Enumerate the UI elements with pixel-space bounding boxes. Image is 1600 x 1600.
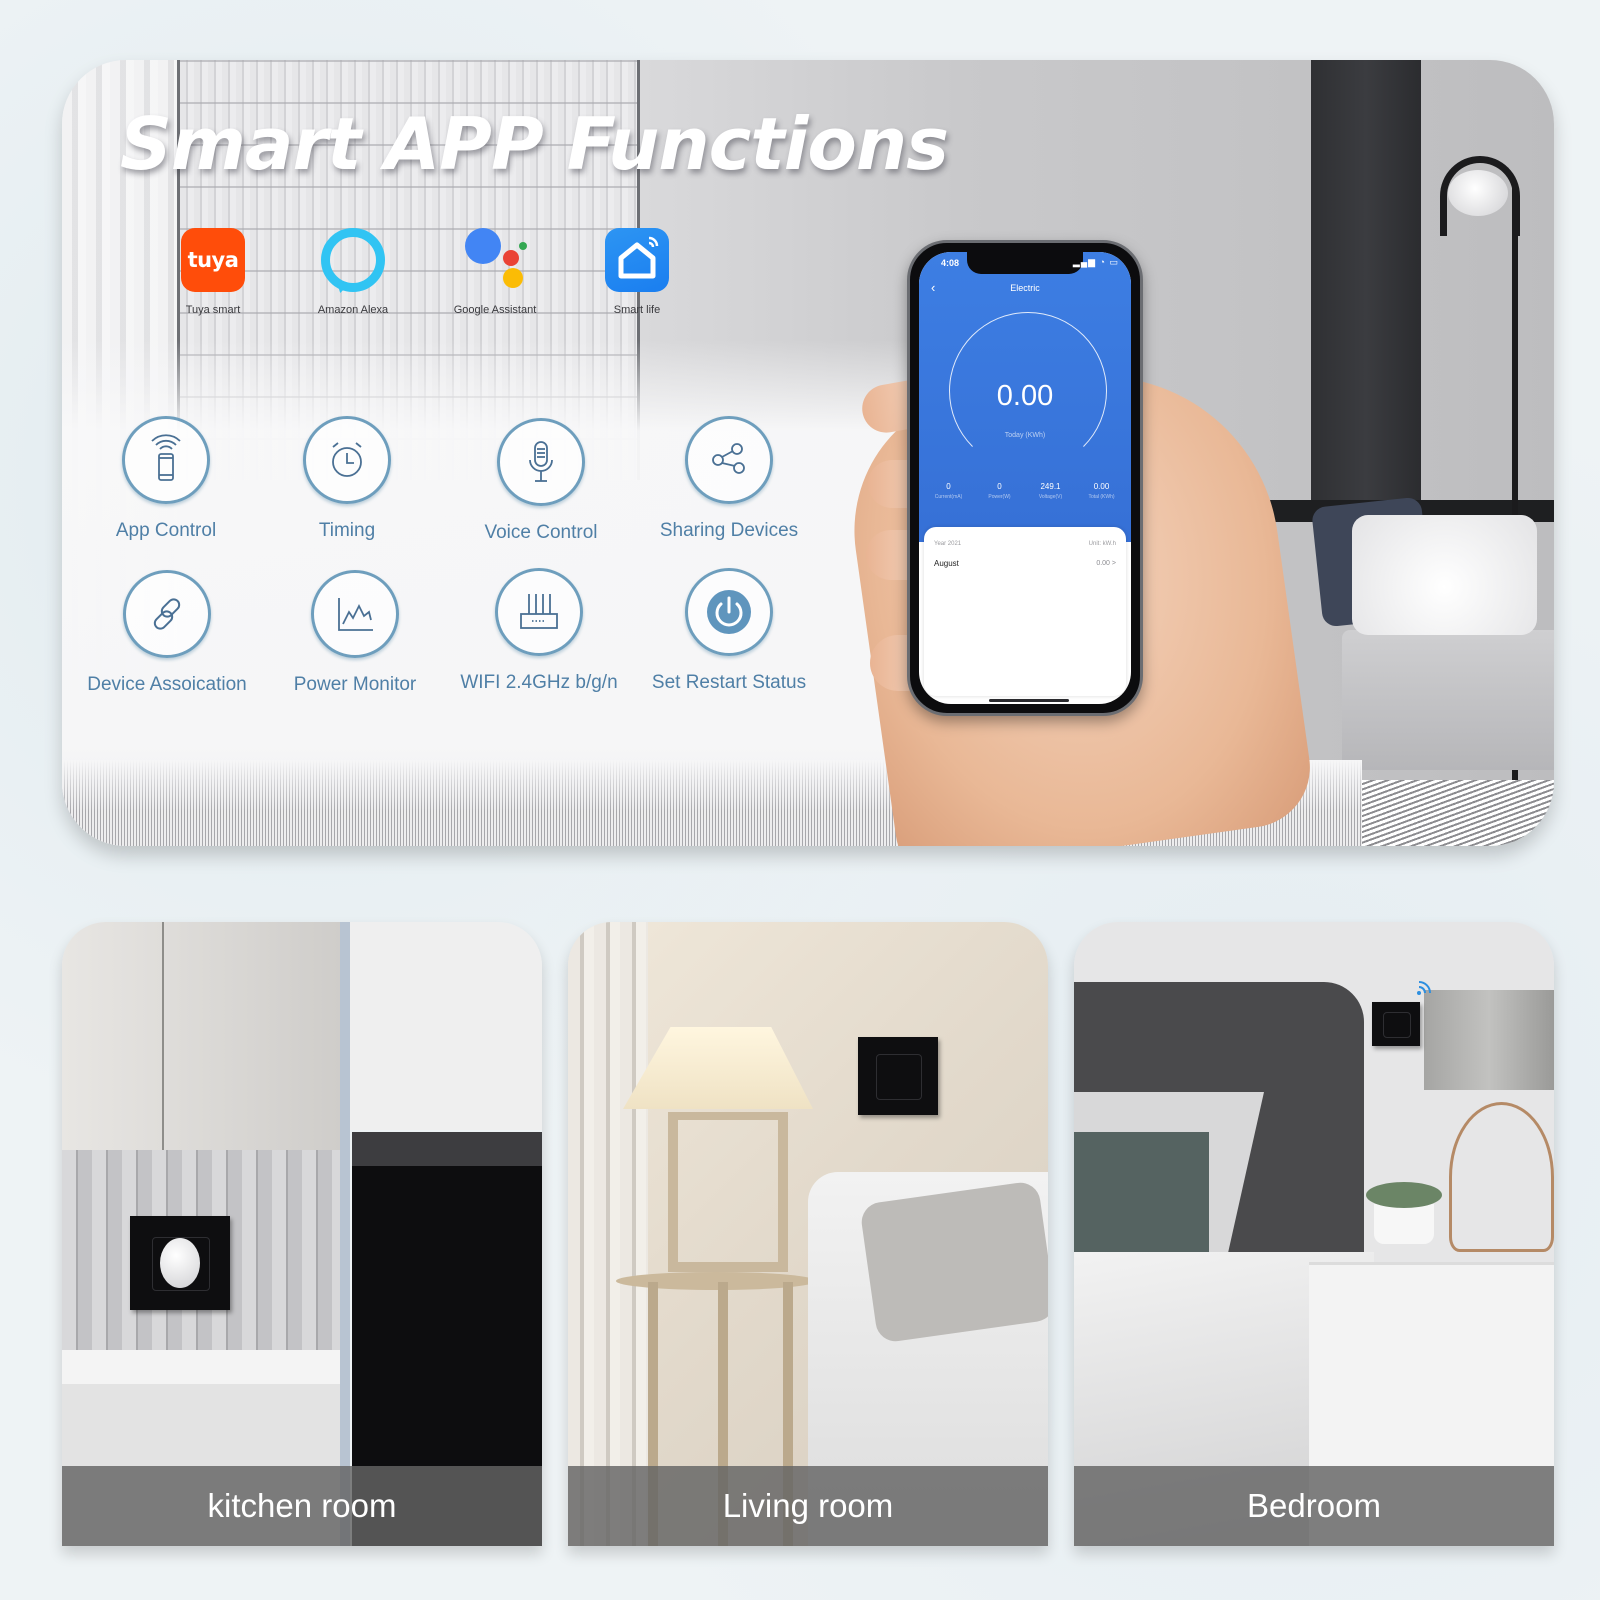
stat-value: 249.1: [1040, 482, 1061, 491]
feature-label: Sharing Devices: [659, 520, 799, 541]
partner-tuya-smart: tuya Tuya smart: [148, 228, 278, 316]
room-card-kitchen: kitchen room: [62, 922, 542, 1546]
stat-current: 0 Current(mA): [923, 482, 974, 500]
feature-label: App Control: [115, 520, 217, 541]
smart-life-logo-icon: [605, 228, 669, 292]
history-month[interactable]: August: [934, 559, 959, 568]
cabinet-seam: [162, 922, 164, 1150]
wall-socket: [858, 1037, 938, 1115]
feature-label: Set Restart Status: [651, 672, 807, 693]
history-unit: Unit: kW.h: [1088, 541, 1116, 547]
phone-screen: 4:08 ▂▄▆ ◔ ▭ ‹ Electric 0.00 Today (KWh)…: [919, 252, 1131, 704]
history-month-value[interactable]: 0.00 >: [1096, 560, 1116, 567]
status-time: 4:08: [941, 258, 960, 268]
feature-sharing-devices: Sharing Devices: [634, 416, 824, 542]
smart-app-hero-banner: Smart APP Functions tuya Tuya smart Amaz…: [62, 60, 1554, 846]
room-card-living: Living room: [568, 922, 1048, 1546]
wall-socket: [1372, 1002, 1420, 1046]
partner-amazon-alexa: Amazon Alexa: [288, 228, 418, 316]
stat-total: 0.00 Total (KWh): [1076, 482, 1127, 500]
room-label: Living room: [722, 1487, 894, 1524]
partner-smart-life: Smart life: [572, 228, 702, 316]
lamp-base: [668, 1112, 788, 1272]
floor-lamp-shade: [1448, 170, 1508, 216]
pillow: [1074, 1132, 1209, 1252]
lamp-shade: [1424, 990, 1554, 1090]
partner-label: Google Assistant: [453, 304, 537, 316]
partner-label: Tuya smart: [185, 304, 241, 316]
stat-label: Total (KWh): [1088, 494, 1115, 500]
stat-value: 0.00: [1093, 482, 1110, 491]
cushion: [859, 1180, 1048, 1344]
stat-value: 0: [946, 482, 951, 491]
dark-wall-pillar: [1311, 60, 1421, 520]
alexa-logo-icon: [321, 228, 385, 292]
partner-google-assistant: Google Assistant: [430, 228, 560, 316]
history-sheet: Year 2021 Unit: kW.h August 0.00 >: [924, 527, 1126, 696]
striped-rug: [1362, 780, 1554, 846]
microphone-icon: [497, 418, 585, 506]
room-label-bar: Living room: [568, 1466, 1048, 1546]
feature-grid: App Control Timing Voice Control Sharing…: [62, 410, 862, 710]
phone-notch: [967, 252, 1083, 274]
stat-label: Power(W): [988, 494, 1011, 500]
power-icon: [685, 568, 773, 656]
sofa: [1342, 630, 1554, 770]
alarm-clock-icon: [303, 416, 391, 504]
screen-title: Electric: [1010, 283, 1040, 293]
phone-remote-icon: [122, 416, 210, 504]
partner-label: Amazon Alexa: [317, 304, 389, 316]
room-label: Bedroom: [1247, 1487, 1381, 1524]
room-label-bar: Bedroom: [1074, 1466, 1554, 1546]
room-card-bedroom: Bedroom: [1074, 922, 1554, 1546]
feature-label: WIFI 2.4GHz b/g/n: [460, 672, 618, 693]
feature-power-monitor: Power Monitor: [260, 570, 450, 696]
oven-control-panel: [352, 1132, 542, 1166]
feature-label: Power Monitor: [293, 674, 417, 695]
stat-power: 0 Power(W): [974, 482, 1025, 500]
link-icon: [123, 570, 211, 658]
stats-row: 0 Current(mA) 0 Power(W) 249.1 Voltage(V…: [923, 482, 1127, 500]
stat-label: Current(mA): [934, 494, 963, 500]
feature-label: Voice Control: [484, 522, 598, 543]
partner-label: Smart life: [613, 304, 661, 316]
share-icon: [685, 416, 773, 504]
feature-wifi: WIFI 2.4GHz b/g/n: [444, 568, 634, 694]
gauge-value: 0.00: [996, 380, 1054, 412]
home-indicator: [989, 699, 1069, 702]
gauge-label: Today (KWh): [1004, 432, 1046, 439]
wifi-icon: [1417, 981, 1431, 995]
stat-voltage: 249.1 Voltage(V): [1025, 482, 1076, 500]
potted-plant: [1366, 1182, 1442, 1244]
google-assistant-logo-icon: [463, 228, 527, 292]
status-icons: ▂▄▆ ◔ ▭: [1072, 257, 1119, 267]
wall-gap: [340, 922, 350, 1546]
tuya-logo-icon: tuya: [181, 228, 245, 292]
feature-restart-status: Set Restart Status: [634, 568, 824, 694]
plug: [160, 1238, 200, 1288]
tall-cabinet: [350, 922, 542, 1130]
feature-app-control: App Control: [71, 416, 261, 542]
feature-device-association: Device Assoication: [72, 570, 262, 696]
stat-label: Voltage(V): [1038, 494, 1063, 500]
white-cushion: [1352, 515, 1537, 635]
feature-timing: Timing: [252, 416, 442, 542]
countertop: [62, 1350, 340, 1384]
curtain: [568, 922, 648, 1546]
feature-label: Device Assoication: [87, 674, 247, 695]
feature-label: Timing: [318, 520, 376, 541]
room-label: kitchen room: [207, 1487, 397, 1524]
stat-value: 0: [997, 482, 1002, 491]
history-year: Year 2021: [934, 541, 962, 547]
hero-title: Smart APP Functions: [120, 102, 949, 186]
feature-voice-control: Voice Control: [446, 418, 636, 544]
room-label-bar: kitchen room: [62, 1466, 542, 1546]
line-chart-icon: [311, 570, 399, 658]
smartphone: 4:08 ▂▄▆ ◔ ▭ ‹ Electric 0.00 Today (KWh)…: [907, 240, 1143, 716]
partner-app-logos: tuya Tuya smart Amazon Alexa Google Assi…: [148, 228, 708, 328]
router-icon: [495, 568, 583, 656]
kitchen-cabinet: [62, 922, 340, 1150]
lamp-base: [1449, 1102, 1554, 1252]
